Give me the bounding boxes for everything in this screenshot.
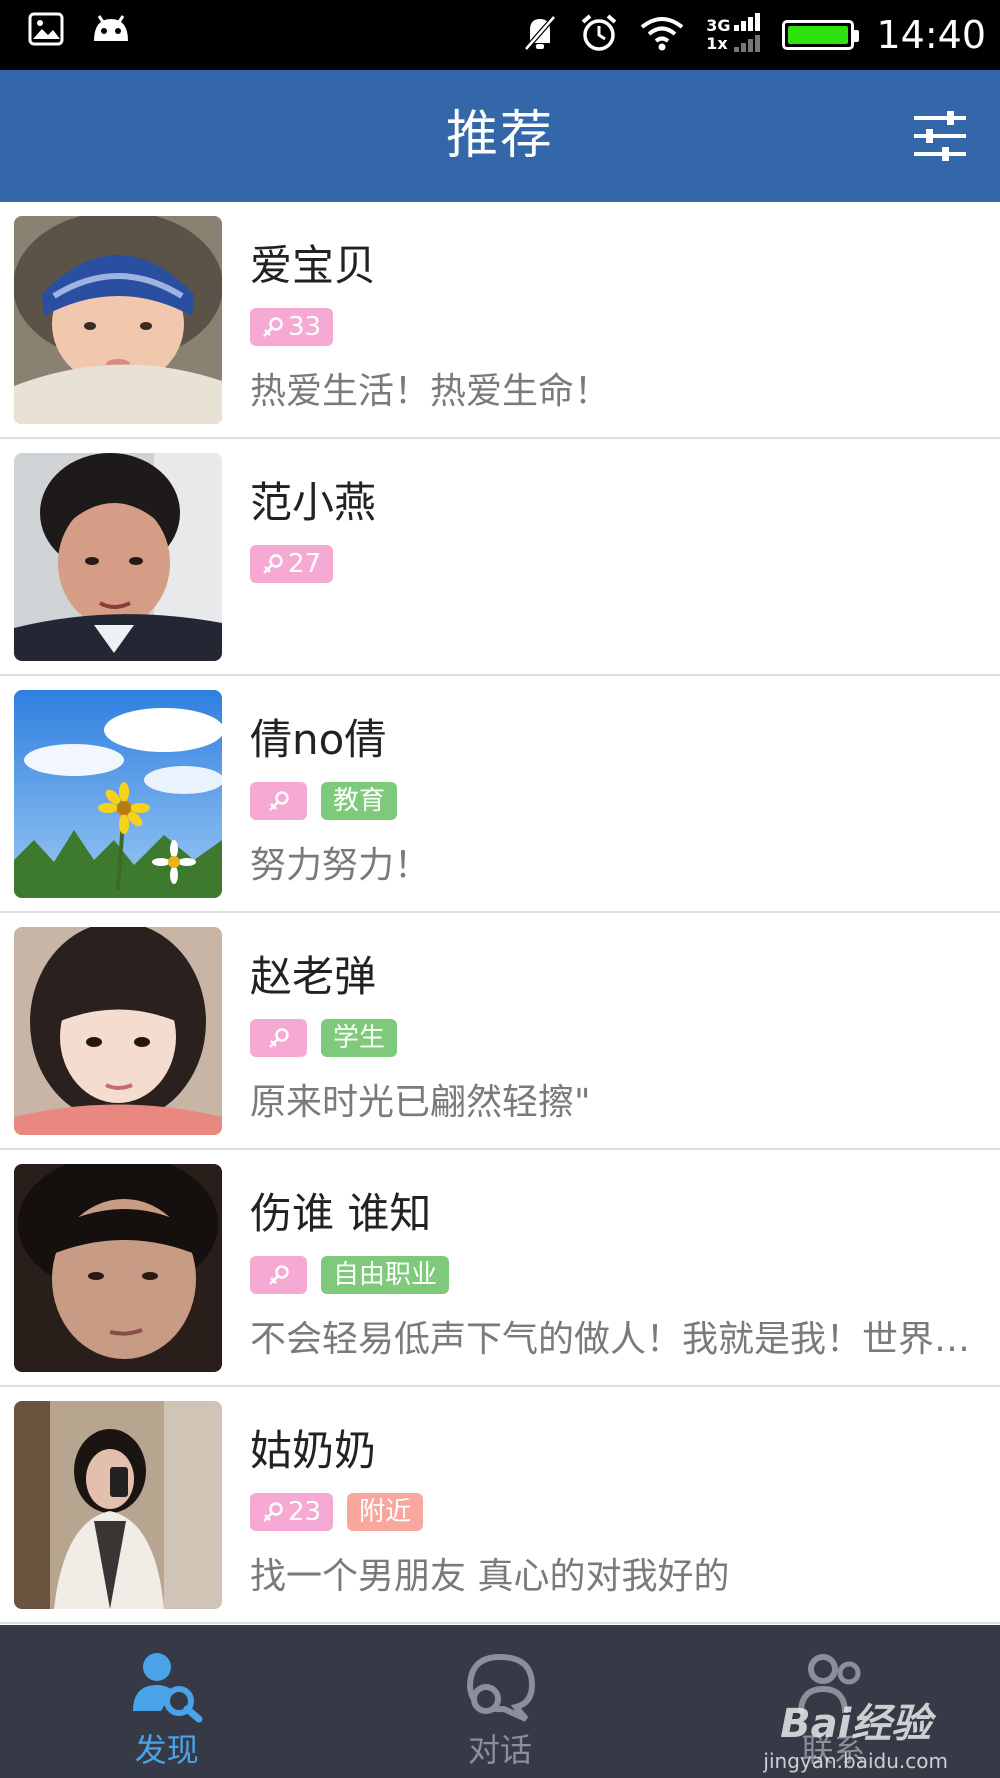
avatar[interactable] <box>14 690 222 898</box>
alarm-icon <box>580 13 618 57</box>
age-label: 27 <box>288 549 322 579</box>
avatar[interactable] <box>14 453 222 661</box>
age-label: 23 <box>288 1497 322 1527</box>
battery-icon <box>782 20 860 50</box>
list-item[interactable]: 姑奶奶 23 附近 找一个男朋友 真心的对我好的 <box>0 1387 1000 1624</box>
user-signature: 不会轻易低声下气的做人！我就是我！世界上独一无二的我 <box>250 1319 980 1360</box>
female-badge <box>250 1256 307 1294</box>
filter-button[interactable] <box>910 106 970 166</box>
avatar[interactable] <box>14 927 222 1135</box>
user-name: 姑奶奶 <box>250 1426 377 1475</box>
user-signature: 热爱生活！热爱生命！ <box>250 371 611 412</box>
watermark-url: jingyan.baidu.com <box>763 1749 948 1773</box>
female-icon <box>268 1028 289 1048</box>
list-item[interactable]: 范小燕 27 <box>0 439 1000 676</box>
list-item[interactable]: 爱宝贝 33 热爱生活！热爱生命！ <box>0 202 1000 439</box>
recommend-list: 爱宝贝 33 热爱生活！热爱生命！ 范小燕 27 倩no倩 教育 努力努力！ 赵… <box>0 202 1000 1624</box>
filter-settings-icon <box>914 111 966 161</box>
bottom-tab-bar: 发现 对话 联系 Bai经验 jingyan.baidu.com <box>0 1625 1000 1778</box>
tab-contacts[interactable]: 联系 Bai经验 jingyan.baidu.com <box>667 1625 1000 1778</box>
occupation-badge: 自由职业 <box>321 1256 450 1294</box>
occupation-badge: 学生 <box>321 1019 398 1057</box>
signal-bars-icon <box>734 13 761 57</box>
tab-discover[interactable]: 发现 <box>0 1625 333 1778</box>
status-time: 14:40 <box>876 13 986 57</box>
wifi-icon <box>640 15 684 55</box>
nearby-badge: 附近 <box>347 1493 424 1531</box>
female-age-badge: 33 <box>250 308 334 346</box>
discover-search-icon <box>132 1653 203 1723</box>
user-name: 倩no倩 <box>250 715 387 764</box>
tab-discover-label: 发现 <box>134 1731 199 1769</box>
android-notification-icon <box>90 13 132 49</box>
gallery-notification-icon <box>28 12 64 50</box>
female-icon <box>263 1502 283 1522</box>
user-name: 范小燕 <box>250 478 377 527</box>
user-signature: 努力努力！ <box>250 845 431 886</box>
female-badge <box>250 1019 307 1057</box>
avatar[interactable] <box>14 1401 222 1609</box>
user-name: 伤谁 谁知 <box>250 1189 432 1238</box>
list-item[interactable]: 倩no倩 教育 努力努力！ <box>0 676 1000 913</box>
baidu-jingyan-watermark: Bai经验 jingyan.baidu.com <box>763 1691 948 1773</box>
user-name: 爱宝贝 <box>250 241 377 290</box>
female-age-badge: 27 <box>250 545 334 583</box>
user-signature: 找一个男朋友 真心的对我好的 <box>250 1556 730 1597</box>
mute-icon <box>522 13 558 57</box>
status-bar: 3G 1x 14:40 <box>0 0 1000 70</box>
tab-chat[interactable]: 对话 <box>333 1625 666 1778</box>
app-header: 推荐 <box>0 70 1000 202</box>
network-3g-label: 3G <box>706 16 731 35</box>
watermark-brand: Bai经验 <box>780 1701 932 1747</box>
page-title: 推荐 <box>445 106 554 166</box>
female-icon <box>263 317 283 337</box>
female-icon <box>263 554 283 574</box>
user-name: 赵老弹 <box>250 952 377 1001</box>
user-signature: 原来时光已翩然轻擦" <box>250 1082 591 1123</box>
tab-chat-label: 对话 <box>467 1731 532 1769</box>
avatar[interactable] <box>14 216 222 424</box>
female-icon <box>268 1265 289 1285</box>
chat-bubble-icon <box>466 1653 535 1722</box>
occupation-badge: 教育 <box>321 782 398 820</box>
network-1x-label: 1x <box>706 34 728 53</box>
network-signal: 3G 1x <box>706 17 730 53</box>
avatar[interactable] <box>14 1164 222 1372</box>
female-icon <box>268 791 289 811</box>
female-age-badge: 23 <box>250 1493 334 1531</box>
app-screen: 3G 1x 14:40 推荐 爱宝贝 33 热爱生活！热爱生命！ 范小燕 27 … <box>0 0 1000 1778</box>
list-item[interactable]: 赵老弹 学生 原来时光已翩然轻擦" <box>0 913 1000 1150</box>
list-item[interactable]: 伤谁 谁知 自由职业 不会轻易低声下气的做人！我就是我！世界上独一无二的我 <box>0 1150 1000 1387</box>
age-label: 33 <box>288 312 322 342</box>
female-badge <box>250 782 307 820</box>
